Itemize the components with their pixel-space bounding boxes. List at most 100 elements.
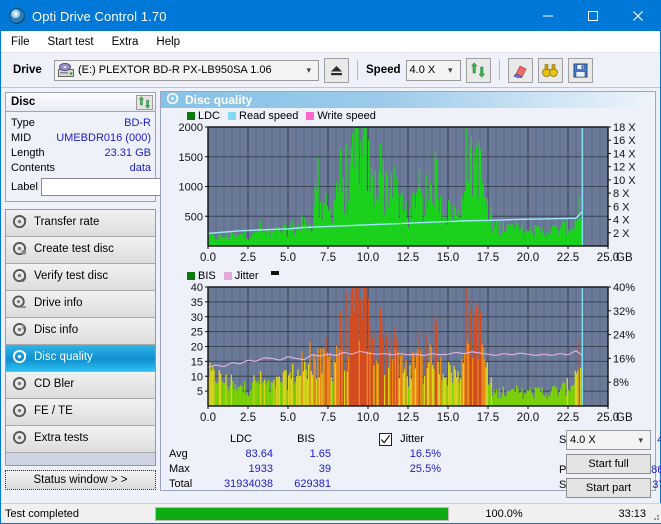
disc-row-value: BD-R	[124, 116, 151, 129]
svg-text:40: 40	[191, 282, 203, 294]
svg-text:17.5: 17.5	[477, 252, 499, 264]
legend-swatch-ldc	[187, 111, 195, 120]
progress-bar	[155, 506, 449, 521]
disc-refresh-button[interactable]	[136, 94, 153, 110]
svg-text:32%: 32%	[613, 306, 635, 318]
left-panel: Disc Type BD-R MID UMEBDR016 (000) Lengt…	[1, 88, 249, 491]
legend-item-read-speed: Read speed	[228, 110, 298, 122]
window-title: Opti Drive Control 1.70	[32, 8, 167, 24]
menu-bar: File Start test Extra Help	[1, 31, 660, 53]
close-icon[interactable]	[615, 1, 660, 31]
svg-text:8%: 8%	[613, 377, 629, 389]
svg-text:10.0: 10.0	[357, 412, 379, 424]
svg-text:500: 500	[185, 211, 203, 223]
sidebar-item-verify-test-disc[interactable]: Verify test disc	[6, 264, 155, 291]
table-row: Total 31934038 629381	[165, 477, 445, 492]
charts-container: LDC Read speed Write speed 500 1000 1500 20…	[160, 108, 661, 498]
chart-bis-jitter: 5 10 15 20 25 30 35 40 8% 16% 24% 32% 40% 0.0 2.5 5.0 7.…	[161, 282, 655, 428]
application-window: Opti Drive Control 1.70 File Start test …	[0, 0, 661, 524]
legend-label: Read speed	[239, 109, 299, 122]
disc-row-key: Type	[11, 116, 35, 129]
menu-item-start-test[interactable]: Start test	[48, 36, 94, 48]
svg-text:4 X: 4 X	[613, 215, 630, 227]
start-full-button[interactable]: Start full	[566, 454, 651, 474]
start-part-button[interactable]: Start part	[566, 478, 651, 498]
disc-row-key: Length	[11, 146, 45, 159]
maximize-icon[interactable]	[570, 1, 615, 31]
sidebar-item-disc-quality[interactable]: Disc quality	[6, 345, 155, 372]
sidebar-item-label: Drive info	[34, 297, 83, 310]
sidebar-item-label: Disc info	[34, 324, 79, 337]
speed-select[interactable]: 4.0 X ▾	[405, 59, 461, 81]
sidebar-item-disc-info[interactable]: Disc info	[6, 318, 155, 345]
svg-text:12 X: 12 X	[613, 162, 636, 174]
sidebar-item-label: Create test disc	[34, 243, 114, 256]
binoculars-button[interactable]	[537, 57, 563, 83]
chart-ldc-readspeed: 500 1000 1500 2000 2 X4 X6 X8 X 10 X 12 X 14 X1…	[161, 122, 655, 268]
sidebar-item-drive-info[interactable]: Drive info	[6, 291, 155, 318]
eraser-button[interactable]	[507, 57, 533, 83]
test-speed-select[interactable]: 4.0 X ▾	[566, 430, 651, 450]
menu-item-file[interactable]: File	[11, 36, 30, 48]
main-content: Disc Type BD-R MID UMEBDR016 (000) Lengt…	[1, 88, 661, 498]
svg-text:15: 15	[191, 356, 203, 368]
speed-label: Speed	[366, 64, 401, 76]
menu-item-extra[interactable]: Extra	[112, 36, 139, 48]
svg-text:15.0: 15.0	[437, 252, 459, 264]
svg-text:12.5: 12.5	[397, 252, 419, 264]
disc-panel-title: Disc	[11, 96, 36, 108]
save-button[interactable]	[567, 57, 593, 83]
row-label-avg: Avg	[169, 448, 188, 460]
disc-quality-title: Disc quality	[185, 93, 253, 107]
menu-item-help[interactable]: Help	[156, 36, 180, 48]
svg-text:6 X: 6 X	[613, 201, 630, 213]
toolbar-separator	[498, 60, 500, 80]
svg-text:0.0: 0.0	[200, 252, 216, 264]
svg-text:GB: GB	[616, 412, 633, 424]
legend-label: Write speed	[317, 109, 376, 122]
minimize-icon[interactable]	[525, 1, 570, 31]
drive-select[interactable]: (E:) PLEXTOR BD-R PX-LB950SA 1.06 ▾	[54, 59, 319, 81]
sidebar-item-fe-te[interactable]: FE / TE	[6, 399, 155, 426]
table-row: Max 1933 39 25.5%	[165, 462, 445, 477]
svg-text:5: 5	[197, 386, 203, 398]
max-jitter-value: 25.5%	[409, 463, 441, 475]
disc-verify-icon	[12, 268, 27, 286]
status-window-button[interactable]: Status window > >	[5, 470, 156, 490]
svg-text:16 X: 16 X	[613, 135, 636, 147]
disc-test-icon	[12, 214, 27, 232]
disc-row-mid: MID UMEBDR016 (000)	[11, 130, 151, 145]
avg-bis-value: 1.65	[309, 448, 331, 460]
disc-row-contents: Contents data	[11, 160, 151, 175]
sidebar-item-cd-bler[interactable]: CD Bler	[6, 372, 155, 399]
resize-grip[interactable]	[650, 511, 660, 521]
svg-text:1500: 1500	[179, 152, 203, 164]
svg-text:7.5: 7.5	[320, 412, 336, 424]
svg-text:22.5: 22.5	[557, 412, 579, 424]
eject-button[interactable]	[324, 57, 349, 83]
sidebar-item-create-test-disc[interactable]: Create test disc	[6, 237, 155, 264]
drive-icon	[58, 62, 74, 77]
disc-row-key: MID	[11, 131, 32, 144]
avg-jitter-value: 16.5%	[409, 448, 441, 460]
sidebar-item-transfer-rate[interactable]: Transfer rate	[6, 210, 155, 237]
sidebar-item-extra-tests[interactable]: Extra tests	[6, 426, 155, 453]
jitter-checkbox[interactable]	[379, 432, 392, 446]
legend-item-ldc: LDC	[187, 110, 220, 122]
svg-text:18 X: 18 X	[613, 122, 636, 134]
svg-text:2000: 2000	[179, 122, 203, 134]
svg-text:24%: 24%	[613, 330, 635, 342]
refresh-button[interactable]	[465, 57, 491, 83]
toolbar-separator	[357, 60, 358, 80]
fe-te-icon	[12, 403, 27, 421]
chevron-down-icon: ▾	[638, 434, 643, 445]
legend-label: LDC	[198, 109, 221, 122]
legend-swatch-jitter	[223, 271, 232, 280]
table-header-row: LDC BIS Jitter	[165, 432, 445, 447]
progress-bar-fill	[156, 507, 448, 520]
cd-bler-icon	[12, 376, 27, 394]
svg-text:12.5: 12.5	[397, 412, 419, 424]
extra-tests-icon	[12, 430, 27, 448]
column-header-ldc: LDC	[229, 433, 252, 445]
svg-text:10 X: 10 X	[613, 175, 636, 187]
